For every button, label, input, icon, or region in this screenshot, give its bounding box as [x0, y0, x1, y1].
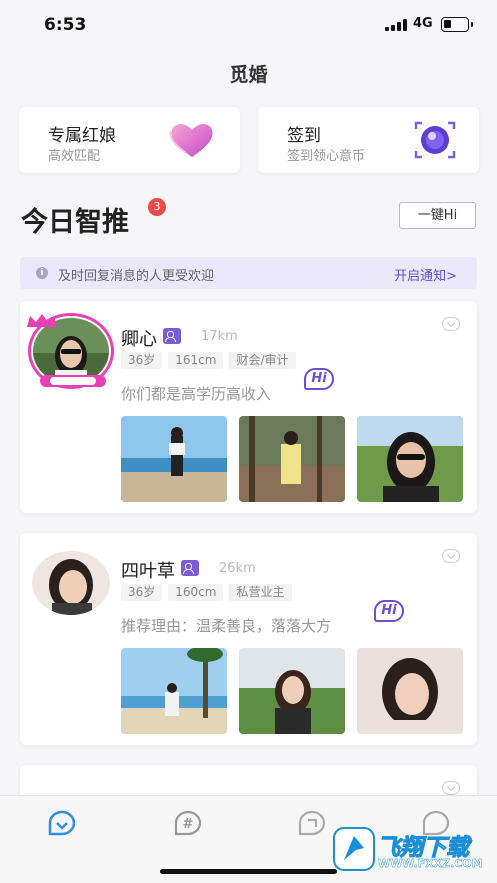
tag-age: 36岁: [121, 352, 163, 369]
chevron-down-icon[interactable]: [442, 549, 460, 563]
say-hi-button[interactable]: Hi: [304, 368, 334, 390]
profile-tags: 36岁 161cm 财会/审计: [121, 352, 296, 369]
photo[interactable]: [121, 416, 227, 502]
tag-height: 160cm: [168, 584, 224, 601]
recommend-reason: 推荐理由：温柔善良，落落大方: [121, 617, 332, 635]
status-bar: 6:53 4G: [0, 0, 497, 50]
frame-ribbon-icon: [40, 375, 106, 387]
photo[interactable]: [239, 648, 345, 734]
status-time: 6:53: [44, 15, 87, 35]
checkin-card[interactable]: 签到 签到领心意币: [258, 107, 479, 173]
app-title: 觅婚: [229, 64, 268, 86]
heart-icon: [169, 123, 213, 157]
info-icon: i: [36, 267, 48, 279]
tag-job: 私营业主: [229, 584, 292, 601]
matchmaker-subtitle: 高效匹配: [48, 149, 101, 164]
photo-strip: [121, 648, 463, 734]
profile-name: 四叶草: [121, 561, 175, 582]
photo[interactable]: [357, 416, 463, 502]
matchmaker-card[interactable]: 专属红娘 高效匹配: [19, 107, 240, 173]
watermark-url: WWW.FXXZ.COM: [378, 857, 483, 870]
profile-card[interactable]: 卿心 17km 36岁 161cm 财会/审计 你们都是高学历高收入 Hi: [20, 301, 477, 513]
message-tab-icon[interactable]: [294, 808, 330, 838]
hi-all-button[interactable]: 一键Hi: [399, 202, 476, 229]
recommend-reason: 你们都是高学历高收入: [121, 385, 272, 403]
checkin-title: 签到: [287, 126, 321, 146]
watermark: 飞翔下载 WWW.FXXZ.COM: [332, 824, 492, 876]
checkin-subtitle: 签到领心意币: [287, 149, 366, 164]
notice-text: 及时回复消息的人更受欢迎: [58, 269, 215, 284]
enable-notification-link[interactable]: 开启通知>: [394, 265, 457, 284]
notice-banner: i 及时回复消息的人更受欢迎 开启通知>: [20, 257, 477, 289]
profile-distance: 17km: [201, 329, 238, 344]
topic-tab-icon[interactable]: #: [170, 808, 206, 838]
count-badge: 3: [148, 198, 166, 216]
tag-age: 36岁: [121, 584, 163, 601]
network-label: 4G: [413, 16, 433, 31]
svg-text:#: #: [183, 817, 194, 832]
battery-icon: [441, 17, 473, 32]
section-title: 今日智推: [21, 207, 129, 238]
photo[interactable]: [357, 648, 463, 734]
say-hi-button[interactable]: Hi: [374, 600, 404, 622]
profile-distance: 26km: [219, 561, 256, 576]
photo[interactable]: [239, 416, 345, 502]
verified-icon: [163, 328, 181, 344]
home-indicator: [160, 869, 337, 874]
photo-strip: [121, 416, 463, 502]
signal-icon: [385, 19, 407, 31]
photo[interactable]: [121, 648, 227, 734]
crown-icon: [27, 314, 57, 327]
chevron-down-icon[interactable]: [442, 781, 460, 795]
eye-camera-icon: [414, 121, 456, 159]
avatar[interactable]: [32, 551, 110, 615]
verified-icon: [181, 560, 199, 576]
watermark-logo-icon: [333, 827, 375, 871]
chevron-down-icon[interactable]: [442, 317, 460, 331]
matchmaker-title: 专属红娘: [48, 126, 116, 146]
profile-name: 卿心: [121, 329, 157, 350]
profile-card[interactable]: 四叶草 26km 36岁 160cm 私营业主 推荐理由：温柔善良，落落大方 H…: [20, 533, 477, 745]
tag-job: 财会/审计: [229, 352, 296, 369]
profile-tags: 36岁 160cm 私营业主: [121, 584, 292, 601]
tag-height: 161cm: [168, 352, 224, 369]
home-tab-icon[interactable]: [44, 808, 80, 838]
